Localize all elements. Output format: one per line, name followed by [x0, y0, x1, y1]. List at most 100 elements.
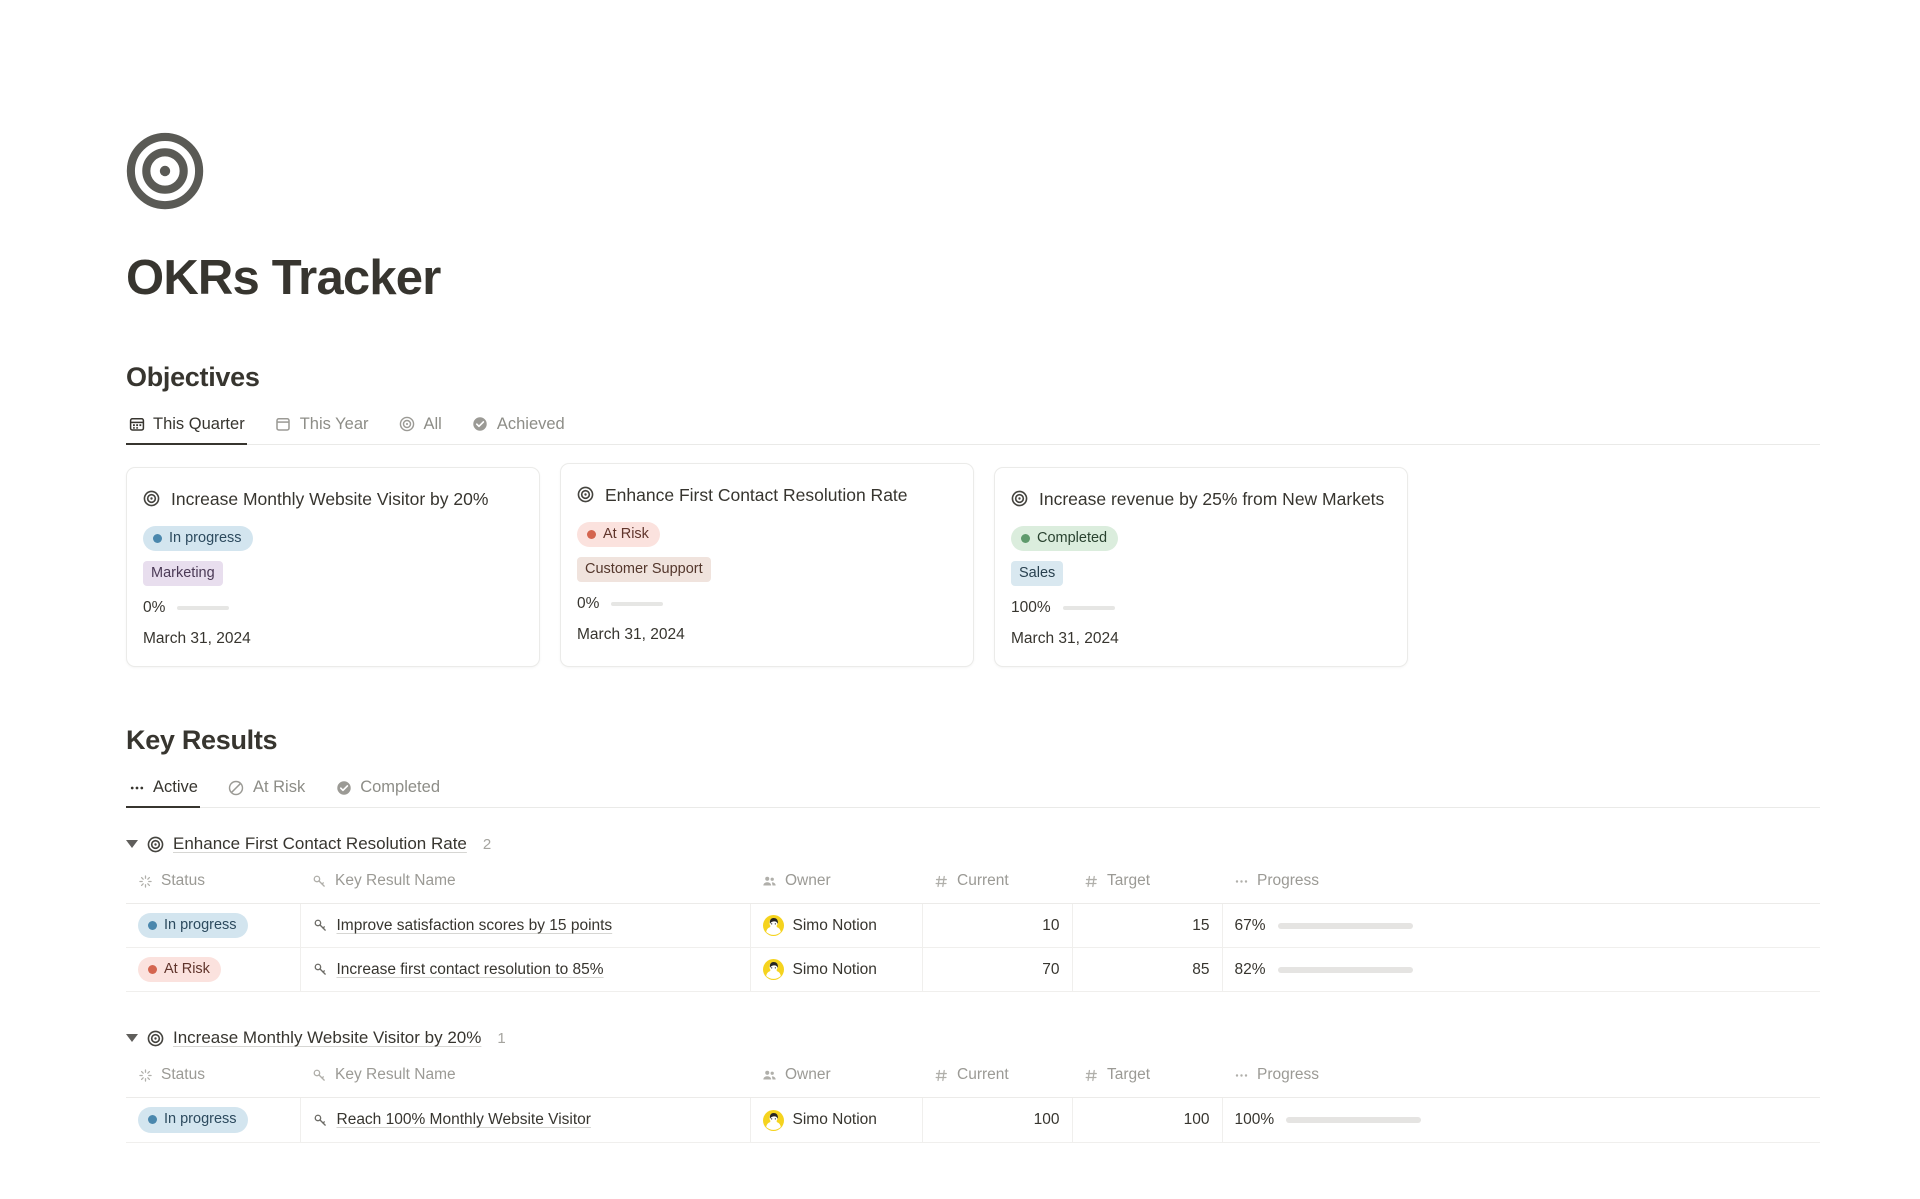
column-header-status[interactable]: Status	[126, 866, 300, 904]
tab-active[interactable]: Active	[126, 774, 200, 808]
table-row[interactable]: At Risk Increase first contact resolutio…	[126, 948, 1820, 992]
table-header-row: Status Key Result Name Owner Current	[126, 1060, 1820, 1098]
progress-label: 82%	[1235, 961, 1266, 979]
cell-key-result-name[interactable]: Increase first contact resolution to 85%	[300, 948, 750, 992]
column-header-target[interactable]: Target	[1072, 866, 1222, 904]
status-label: In progress	[169, 529, 242, 547]
owner-name: Simo Notion	[793, 917, 877, 935]
objective-date: March 31, 2024	[143, 630, 519, 648]
cell-target[interactable]: 85	[1072, 948, 1222, 992]
tab-this-quarter[interactable]: This Quarter	[126, 411, 247, 445]
progress-track	[177, 606, 229, 610]
cell-current[interactable]: 100	[922, 1098, 1072, 1142]
cell-current[interactable]: 10	[922, 904, 1072, 948]
number-icon	[934, 874, 949, 889]
column-header-key-result-name[interactable]: Key Result Name	[300, 1060, 750, 1098]
tab-completed[interactable]: Completed	[333, 774, 442, 808]
number-icon	[1084, 1068, 1099, 1083]
key-result-link[interactable]: Increase first contact resolution to 85%	[337, 961, 604, 979]
tab-this-year[interactable]: This Year	[273, 411, 371, 445]
department-tag: Marketing	[143, 561, 223, 586]
number-icon	[1084, 874, 1099, 889]
tab-label: This Quarter	[153, 415, 245, 434]
tab-at-risk[interactable]: At Risk	[226, 774, 307, 808]
cell-owner[interactable]: Simo Notion	[750, 948, 922, 992]
column-header-owner[interactable]: Owner	[750, 866, 922, 904]
cell-target[interactable]: 15	[1072, 904, 1222, 948]
target-bullseye-icon	[126, 132, 204, 210]
cell-target[interactable]: 100	[1072, 1098, 1222, 1142]
column-label: Status	[161, 872, 205, 890]
tab-achieved[interactable]: Achieved	[470, 411, 567, 445]
key-result-link[interactable]: Reach 100% Monthly Website Visitor	[337, 1111, 591, 1129]
cell-status[interactable]: At Risk	[126, 948, 300, 992]
table-row[interactable]: In progress Improve satisfaction scores …	[126, 904, 1820, 948]
progress-track	[1063, 606, 1115, 610]
cell-key-result-name[interactable]: Improve satisfaction scores by 15 points	[300, 904, 750, 948]
status-dot	[1021, 534, 1030, 543]
target-icon	[147, 836, 164, 853]
column-label: Key Result Name	[335, 1066, 456, 1084]
ban-icon	[228, 779, 245, 796]
cell-status[interactable]: In progress	[126, 904, 300, 948]
objective-cards: Increase Monthly Website Visitor by 20% …	[126, 467, 1920, 667]
objective-card[interactable]: Increase Monthly Website Visitor by 20% …	[126, 467, 540, 667]
column-header-progress[interactable]: Progress	[1222, 1060, 1820, 1098]
status-badge: At Risk	[138, 957, 221, 982]
key-icon	[313, 962, 328, 977]
cell-status[interactable]: In progress	[126, 1098, 300, 1142]
target-icon	[143, 490, 160, 513]
calendar-icon	[275, 416, 292, 433]
key-result-group: Enhance First Contact Resolution Rate 2 …	[126, 832, 1820, 992]
calendar-days-icon	[128, 416, 145, 433]
objective-card[interactable]: Enhance First Contact Resolution Rate At…	[560, 463, 974, 667]
cell-owner[interactable]: Simo Notion	[750, 1098, 922, 1142]
column-header-key-result-name[interactable]: Key Result Name	[300, 866, 750, 904]
cell-key-result-name[interactable]: Reach 100% Monthly Website Visitor	[300, 1098, 750, 1142]
cell-current[interactable]: 70	[922, 948, 1072, 992]
tab-all[interactable]: All	[397, 411, 444, 445]
objective-title-text: Increase Monthly Website Visitor by 20%	[169, 488, 488, 511]
group-title-link[interactable]: Increase Monthly Website Visitor by 20%	[173, 1028, 481, 1048]
tab-label: Active	[153, 778, 198, 797]
key-icon	[313, 918, 328, 933]
status-dot	[587, 530, 596, 539]
cell-owner[interactable]: Simo Notion	[750, 904, 922, 948]
spinner-icon	[138, 874, 153, 889]
column-label: Progress	[1257, 872, 1319, 890]
column-header-progress[interactable]: Progress	[1222, 866, 1820, 904]
progress-track	[611, 602, 663, 606]
objective-card[interactable]: Increase revenue by 25% from New Markets…	[994, 467, 1408, 667]
collapse-toggle-icon[interactable]	[126, 1034, 138, 1042]
progress-track	[1286, 1117, 1421, 1123]
progress-label: 67%	[1235, 917, 1266, 935]
objective-progress: 100%	[1011, 599, 1387, 617]
column-header-owner[interactable]: Owner	[750, 1060, 922, 1098]
column-label: Current	[957, 1066, 1009, 1084]
owner-name: Simo Notion	[793, 1111, 877, 1129]
key-icon	[312, 1068, 327, 1083]
column-label: Current	[957, 872, 1009, 890]
key-result-link[interactable]: Improve satisfaction scores by 15 points	[337, 917, 613, 935]
dots-icon	[1234, 874, 1249, 889]
column-header-target[interactable]: Target	[1072, 1060, 1222, 1098]
objective-date: March 31, 2024	[1011, 630, 1387, 648]
collapse-toggle-icon[interactable]	[126, 840, 138, 848]
objective-title: Enhance First Contact Resolution Rate	[577, 484, 953, 509]
column-header-current[interactable]: Current	[922, 1060, 1072, 1098]
column-header-current[interactable]: Current	[922, 866, 1072, 904]
status-dot	[148, 1115, 157, 1124]
group-count: 2	[483, 836, 491, 853]
tab-label: All	[424, 415, 442, 434]
dots-icon	[128, 779, 145, 796]
column-label: Progress	[1257, 1066, 1319, 1084]
table-row[interactable]: In progress Reach 100% Monthly Website V…	[126, 1098, 1820, 1142]
status-dot	[153, 534, 162, 543]
progress-track	[1278, 923, 1413, 929]
column-header-status[interactable]: Status	[126, 1060, 300, 1098]
key-results-heading: Key Results	[126, 725, 1920, 756]
group-title-link[interactable]: Enhance First Contact Resolution Rate	[173, 834, 467, 854]
objective-progress: 0%	[143, 599, 519, 617]
avatar	[763, 959, 784, 980]
status-badge: In progress	[138, 1107, 248, 1132]
